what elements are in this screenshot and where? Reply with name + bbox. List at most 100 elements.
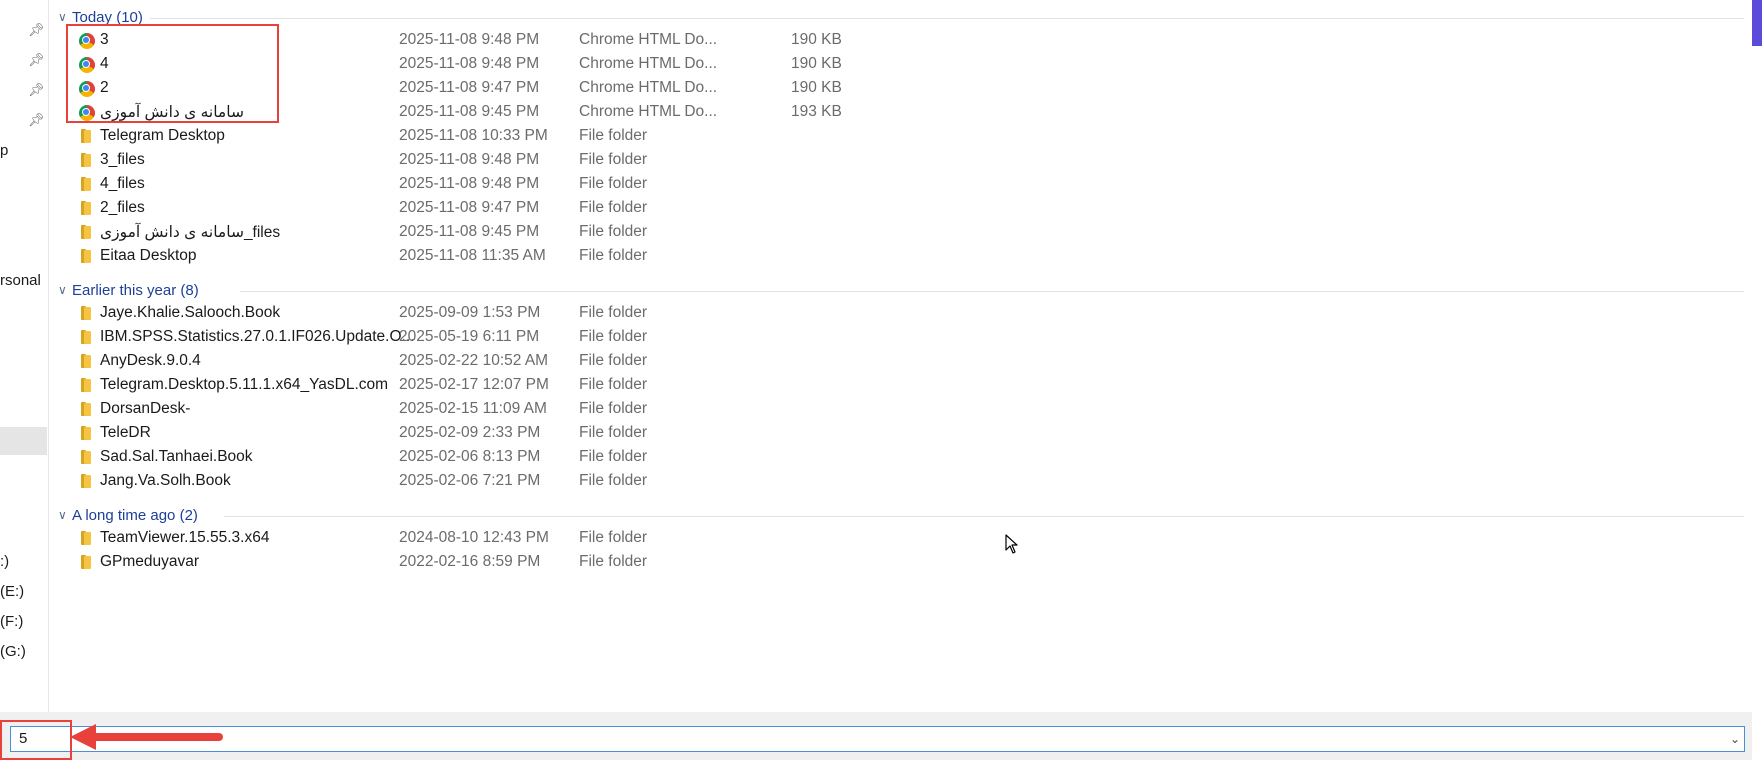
file-date-modified: 2025-11-08 9:48 PM: [399, 175, 540, 192]
file-date-modified: 2025-02-09 2:33 PM: [399, 424, 541, 441]
file-type: File folder: [579, 376, 648, 393]
file-date-modified: 2025-11-08 11:35 AM: [399, 247, 546, 264]
file-date-modified: 2025-11-08 9:45 PM: [399, 223, 540, 240]
nav-drive-label[interactable]: (F:): [0, 613, 23, 630]
highlight-box: [0, 720, 72, 760]
file-name: Eitaa Desktop: [100, 247, 197, 264]
file-type: File folder: [579, 304, 648, 321]
file-name: GPmeduyavar: [100, 553, 200, 570]
nav-drive-label[interactable]: (G:): [0, 643, 26, 660]
file-row[interactable]: TeleDR 2025-02-09 2:33 PM File folder: [78, 420, 1698, 447]
file-type: Chrome HTML Do...: [579, 79, 718, 96]
nav-selected-item[interactable]: [0, 427, 47, 455]
folder-icon: [78, 200, 94, 216]
file-date-modified: 2025-02-06 8:13 PM: [399, 448, 541, 465]
file-row[interactable]: سامانه ی دانش آموزی 2025-11-08 9:45 PM Chr…: [78, 99, 1698, 126]
folder-icon: [78, 248, 94, 264]
file-row[interactable]: TeamViewer.15.55.3.x64 2024-08-10 12:43 P…: [78, 525, 1698, 552]
file-type: File folder: [579, 175, 648, 192]
file-row[interactable]: Telegram.Desktop.5.11.1.x64_YasDL.com 202…: [78, 372, 1698, 399]
file-row[interactable]: GPmeduyavar 2022-02-16 8:59 PM File folder: [78, 549, 1698, 576]
file-row[interactable]: Telegram Desktop 2025-11-08 10:33 PM File …: [78, 123, 1698, 150]
file-date-modified: 2025-02-06 7:21 PM: [399, 472, 541, 489]
file-name: Jang.Va.Solh.Book: [100, 472, 231, 489]
file-row[interactable]: 3_files 2025-11-08 9:48 PM File folder: [78, 147, 1698, 174]
file-row[interactable]: 3 2025-11-08 9:48 PM Chrome HTML Do... 190 …: [78, 27, 1698, 54]
file-name: سامانه ی دانش آموزی_files: [100, 224, 281, 241]
file-name: 2_files: [100, 199, 145, 216]
file-type: File folder: [579, 424, 648, 441]
file-row[interactable]: 4_files 2025-11-08 9:48 PM File folder: [78, 171, 1698, 198]
file-name: 4_files: [100, 175, 145, 192]
mouse-cursor-icon: [1005, 534, 1018, 554]
file-date-modified: 2025-11-08 9:47 PM: [399, 199, 540, 216]
folder-icon: [78, 224, 94, 240]
file-date-modified: 2025-02-17 12:07 PM: [399, 376, 549, 393]
file-row[interactable]: Jang.Va.Solh.Book 2025-02-06 7:21 PM File …: [78, 468, 1698, 495]
file-row[interactable]: DorsanDesk- 2025-02-15 11:09 AM File folde…: [78, 396, 1698, 423]
file-name: DorsanDesk-: [100, 400, 191, 417]
file-size: 190 KB: [791, 55, 842, 72]
file-row[interactable]: 4 2025-11-08 9:48 PM Chrome HTML Do... 190 …: [78, 51, 1698, 78]
nav-drive-label[interactable]: (E:): [0, 583, 24, 600]
file-row[interactable]: سامانه ی دانش آموزی_files 2025-11-08 9:45…: [78, 219, 1698, 246]
file-list[interactable]: ∨ Today (10) 3 2025-11-08 9:48 PM Chrome HTM…: [48, 0, 1748, 712]
scrollbar[interactable]: [1752, 46, 1762, 712]
file-date-modified: 2025-05-19 6:11 PM: [399, 328, 540, 345]
file-type: File folder: [579, 448, 648, 465]
file-type: Chrome HTML Do...: [579, 103, 718, 120]
file-name: Jaye.Khalie.Salooch.Book: [100, 304, 281, 321]
pin-icon: 📌︎: [28, 52, 45, 67]
file-row[interactable]: IBM.SPSS.Statistics.27.0.1.IF026.Update.…: [78, 324, 1698, 351]
file-date-modified: 2025-11-08 9:48 PM: [399, 31, 540, 48]
file-type: File folder: [579, 151, 648, 168]
file-type: File folder: [579, 223, 648, 240]
file-size: 190 KB: [791, 79, 842, 96]
pin-icon: 📌︎: [28, 112, 45, 127]
folder-icon: [78, 425, 94, 441]
file-type: File folder: [579, 400, 648, 417]
folder-icon: [78, 554, 94, 570]
chevron-down-icon[interactable]: ∨: [58, 278, 72, 302]
window-accent: [1752, 0, 1762, 46]
nav-item-label[interactable]: p: [0, 142, 8, 159]
file-date-modified: 2025-09-09 1:53 PM: [399, 304, 541, 321]
chevron-down-icon[interactable]: ⌄: [1728, 729, 1742, 749]
file-date-modified: 2025-02-22 10:52 AM: [399, 352, 549, 369]
group-header-label: Earlier this year (8): [72, 282, 199, 299]
chevron-down-icon[interactable]: ∨: [58, 503, 72, 527]
file-size: 190 KB: [791, 31, 842, 48]
file-row[interactable]: Jaye.Khalie.Salooch.Book 2025-09-09 1:53 …: [78, 300, 1698, 327]
file-date-modified: 2025-11-08 10:33 PM: [399, 127, 548, 144]
file-name: Sad.Sal.Tanhaei.Book: [100, 448, 253, 465]
file-date-modified: 2025-11-08 9:47 PM: [399, 79, 540, 96]
file-row[interactable]: AnyDesk.9.0.4 2025-02-22 10:52 AM File fol…: [78, 348, 1698, 375]
folder-icon: [78, 473, 94, 489]
file-row[interactable]: Sad.Sal.Tanhaei.Book 2025-02-06 8:13 PM Fi…: [78, 444, 1698, 471]
file-row[interactable]: Eitaa Desktop 2025-11-08 11:35 AM File fol…: [78, 243, 1698, 270]
highlight-box: [66, 24, 279, 123]
file-row[interactable]: 2 2025-11-08 9:47 PM Chrome HTML Do... 190 …: [78, 75, 1698, 102]
file-name: AnyDesk.9.0.4: [100, 352, 201, 369]
folder-icon: [78, 128, 94, 144]
pin-icon: 📌︎: [28, 82, 45, 97]
folder-icon: [78, 401, 94, 417]
nav-item-label[interactable]: rsonal: [0, 272, 41, 289]
file-date-modified: 2025-11-08 9:45 PM: [399, 103, 540, 120]
file-name: Telegram Desktop: [100, 127, 225, 144]
file-name: TeleDR: [100, 424, 151, 441]
file-type: Chrome HTML Do...: [579, 31, 718, 48]
navigation-pane[interactable]: 📌︎ 📌︎ 📌︎ 📌︎ p rsonal :) (E:) (F:) (G:): [0, 0, 49, 712]
folder-icon: [78, 152, 94, 168]
file-date-modified: 2025-02-15 11:09 AM: [399, 400, 547, 417]
file-date-modified: 2024-08-10 12:43 PM: [399, 529, 549, 546]
file-type: File folder: [579, 553, 648, 570]
folder-icon: [78, 176, 94, 192]
file-row[interactable]: 2_files 2025-11-08 9:47 PM File folder: [78, 195, 1698, 222]
filename-input[interactable]: 5: [10, 726, 1745, 752]
file-name: 3_files: [100, 151, 145, 168]
file-size: 193 KB: [791, 103, 842, 120]
arrow-shaft: [88, 733, 223, 741]
nav-drive-label[interactable]: :): [0, 553, 9, 570]
file-name: Telegram.Desktop.5.11.1.x64_YasDL.com: [100, 376, 389, 393]
